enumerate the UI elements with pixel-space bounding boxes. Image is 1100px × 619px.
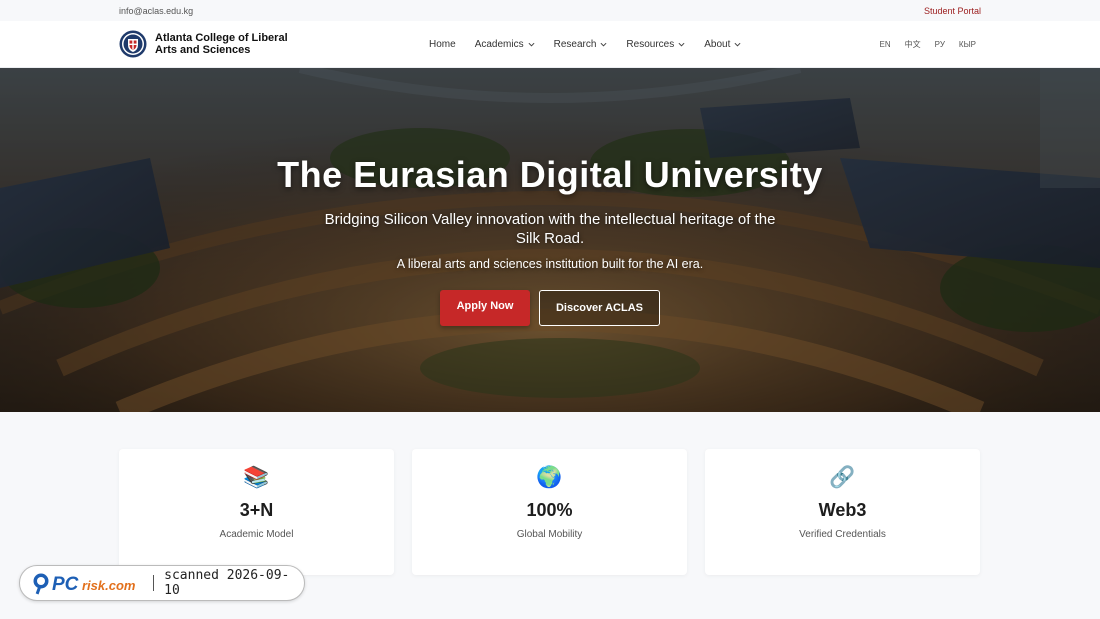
pcrisk-logo: PC risk.com bbox=[32, 571, 151, 595]
discover-aclas-button[interactable]: Discover ACLAS bbox=[539, 290, 660, 326]
brand-name-line1: Atlanta College of Liberal bbox=[155, 32, 288, 44]
nav-item-label: Research bbox=[553, 39, 597, 50]
books-icon: 📚 bbox=[243, 466, 270, 489]
badge-divider bbox=[153, 575, 155, 591]
hero-tagline: A liberal arts and sciences institution … bbox=[396, 257, 704, 271]
brand[interactable]: Atlanta College of Liberal Arts and Scie… bbox=[119, 30, 429, 58]
hero-title: The Eurasian Digital University bbox=[277, 154, 823, 195]
globe-icon: 🌍 bbox=[536, 466, 563, 489]
chevron-down-icon bbox=[600, 42, 607, 47]
stat-value: 3+N bbox=[239, 500, 274, 520]
apply-now-button[interactable]: Apply Now bbox=[440, 290, 530, 326]
language-switcher: EN 中文 РУ КЫР bbox=[880, 21, 976, 68]
university-crest-icon bbox=[119, 30, 147, 58]
nav-item-label: Home bbox=[429, 39, 456, 50]
nav-item-label: About bbox=[704, 39, 731, 50]
brand-name-line2: Arts and Sciences bbox=[155, 44, 251, 56]
stat-value: 100% bbox=[526, 500, 573, 520]
nav-menu: Home Academics Research Resources About bbox=[429, 21, 741, 68]
stat-card-global-mobility: 🌍 100% Global Mobility bbox=[412, 449, 687, 575]
scan-badge: PC risk.com scanned 2026-09-10 bbox=[19, 565, 305, 601]
nav-item-label: Resources bbox=[626, 39, 675, 50]
hero-actions: Apply Now Discover ACLAS bbox=[440, 290, 660, 326]
lang-zh[interactable]: 中文 bbox=[905, 39, 921, 50]
nav-item-home[interactable]: Home bbox=[429, 39, 456, 50]
stat-label: Academic Model bbox=[219, 529, 294, 540]
nav-item-academics[interactable]: Academics bbox=[475, 39, 535, 50]
nav-item-about[interactable]: About bbox=[704, 39, 741, 50]
scan-date-text: scanned 2026-09-10 bbox=[164, 568, 290, 598]
stats-section: 📚 3+N Academic Model 🌍 100% Global Mobil… bbox=[119, 449, 980, 575]
contact-email[interactable]: info@aclas.edu.kg bbox=[119, 6, 193, 16]
chevron-down-icon bbox=[678, 42, 685, 47]
nav-item-research[interactable]: Research bbox=[554, 39, 608, 50]
svg-text:risk.com: risk.com bbox=[82, 578, 136, 593]
svg-text:PC: PC bbox=[52, 574, 79, 595]
hero-subtitle: Bridging Silicon Valley innovation with … bbox=[324, 211, 776, 247]
stat-card-verified-credentials: 🔗 Web3 Verified Credentials bbox=[705, 449, 980, 575]
link-icon: 🔗 bbox=[829, 466, 856, 489]
hero-content: The Eurasian Digital University Bridging… bbox=[0, 68, 1100, 412]
top-bar: info@aclas.edu.kg Student Portal bbox=[0, 0, 1100, 21]
nav-item-resources[interactable]: Resources bbox=[626, 39, 685, 50]
stat-label: Verified Credentials bbox=[799, 529, 886, 540]
stat-card-academic-model: 📚 3+N Academic Model bbox=[119, 449, 394, 575]
pcrisk-logo-icon: PC risk.com bbox=[33, 573, 136, 595]
lang-ky[interactable]: КЫР bbox=[959, 40, 976, 49]
stat-value: Web3 bbox=[818, 500, 867, 520]
nav-item-label: Academics bbox=[474, 39, 524, 50]
main-navbar: Atlanta College of Liberal Arts and Scie… bbox=[0, 21, 1100, 68]
chevron-down-icon bbox=[528, 42, 535, 47]
lang-en[interactable]: EN bbox=[880, 40, 891, 49]
brand-name: Atlanta College of Liberal Arts and Scie… bbox=[155, 32, 288, 56]
chevron-down-icon bbox=[734, 42, 741, 47]
hero-section: The Eurasian Digital University Bridging… bbox=[0, 68, 1100, 412]
student-portal-link[interactable]: Student Portal bbox=[924, 6, 981, 16]
lang-ru[interactable]: РУ bbox=[935, 40, 945, 49]
stat-label: Global Mobility bbox=[516, 529, 583, 540]
